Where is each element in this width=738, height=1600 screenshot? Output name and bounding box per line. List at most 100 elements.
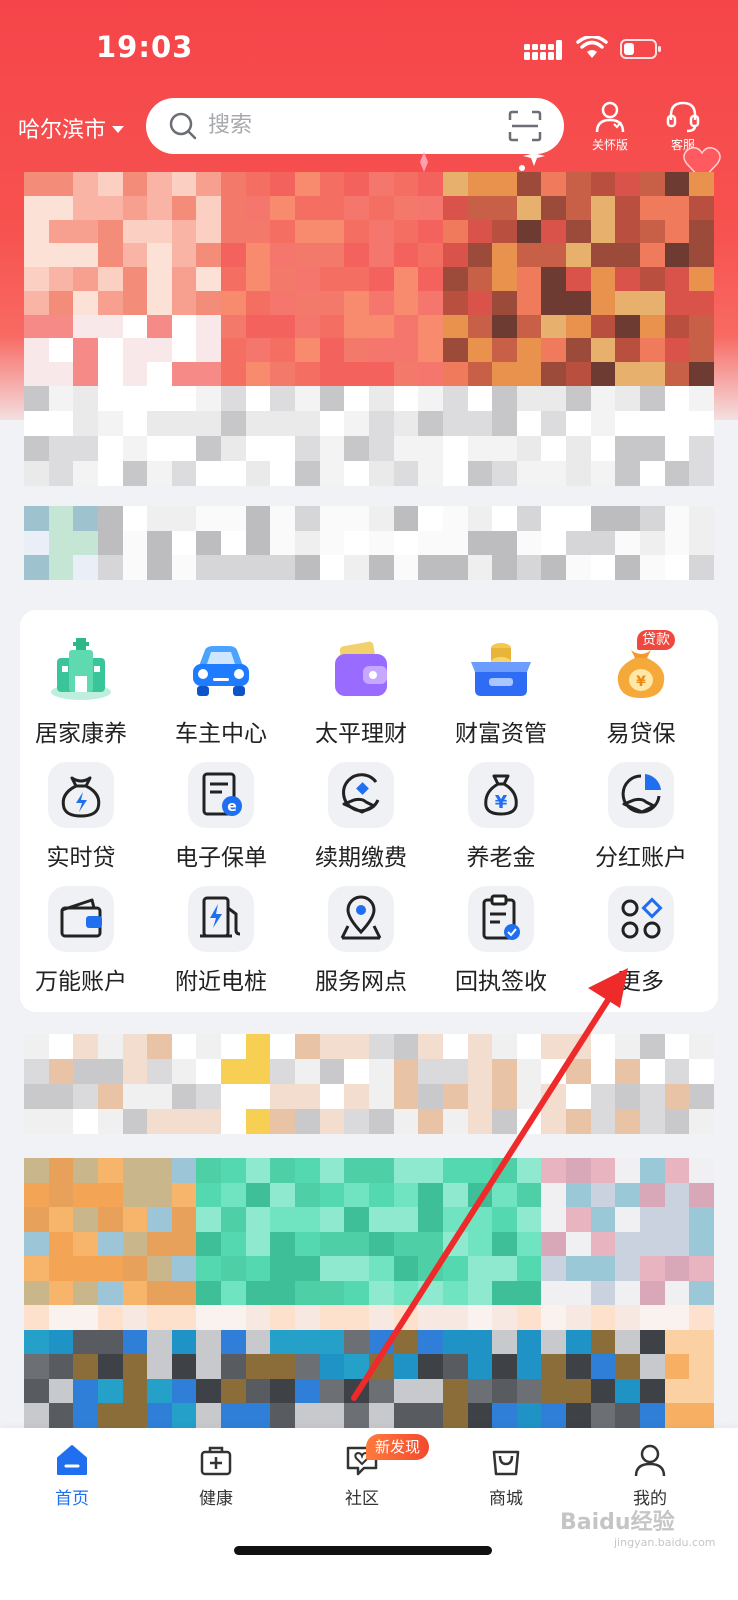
redacted-pixel [344,314,369,339]
redacted-pixel [24,1378,49,1404]
redacted-pixel [344,1059,369,1084]
service-pension[interactable]: ¥ 养老金 [436,762,566,872]
redacted-pixel [344,461,369,486]
redacted-pixel [640,1182,665,1208]
redacted-pixel [122,172,148,196]
redacted-pixel [516,1354,542,1379]
redacted-pixel [147,1182,172,1208]
redacted-pixel [147,1378,172,1404]
redacted-pixel [590,1256,616,1281]
redacted-pixel [295,1059,320,1084]
redacted-pixel [295,506,320,531]
redacted-pixel [640,1403,665,1428]
promo-banner[interactable] [24,172,714,386]
redacted-pixel [245,1305,271,1330]
redacted-pixel [97,362,123,386]
redacted-pixel [295,1354,320,1379]
redacted-pixel [295,530,320,556]
redacted-pixel [295,1207,320,1232]
redacted-pixel [492,1354,517,1379]
scan-icon[interactable] [508,110,542,142]
redacted-pixel [319,195,345,220]
redacted-pixel [566,461,591,486]
redacted-pixel [418,1378,443,1404]
notice-strip[interactable] [24,506,714,580]
redacted-pixel [516,555,542,580]
service-wealth-management[interactable]: 财富资管 [436,636,566,748]
redacted-pixel [368,1084,394,1109]
redacted-pixel [664,195,690,220]
redacted-pixel [344,290,369,315]
service-easy-loan[interactable]: ¥ 贷款 易贷保 [576,630,706,748]
redacted-pixel [492,267,517,291]
redacted-pixel [566,1231,591,1257]
redacted-pixel [24,338,49,363]
service-renewal-payment[interactable]: 续期缴费 [296,762,426,872]
redacted-pixel [245,1329,271,1355]
redacted-pixel [566,1109,591,1134]
redacted-pixel [344,1207,369,1232]
redacted-pixel [566,195,591,220]
redacted-pixel [516,1182,542,1208]
service-realtime-loan[interactable]: 实时贷 [16,762,146,872]
redacted-pixel [418,219,443,244]
redacted-pixel [368,1329,394,1355]
service-e-policy[interactable]: e 电子保单 [156,762,286,872]
content-strip[interactable] [24,1034,714,1134]
redacted-pixel [147,1034,172,1059]
redacted-pixel [221,1231,246,1257]
baidu-watermark: Baidu经验 [560,1510,675,1535]
redacted-pixel [24,1305,49,1330]
redacted-pixel [566,411,591,436]
redacted-pixel [319,290,345,315]
redacted-pixel [73,172,98,196]
redacted-pixel [368,290,394,315]
redacted-pixel [48,1207,74,1232]
service-receipt-sign[interactable]: 回执签收 [436,886,566,996]
redacted-pixel [48,411,74,436]
redacted-pixel [319,267,345,291]
redacted-pixel [368,338,394,363]
redacted-pixel [492,1109,517,1134]
redacted-pixel [245,1158,271,1183]
redacted-pixel [640,290,665,315]
service-nearby-charging[interactable]: 附近电桩 [156,886,286,996]
quick-entry-strip[interactable] [24,386,714,486]
service-label: 车主中心 [175,721,267,747]
redacted-pixel [319,386,345,411]
redacted-pixel [147,219,172,244]
home-indicator[interactable] [234,1546,492,1555]
service-outlets[interactable]: 服务网点 [296,886,426,996]
redacted-pixel [344,1034,369,1059]
service-universal-account[interactable]: 万能账户 [16,886,146,996]
redacted-pixel [640,1034,665,1059]
tab-home[interactable]: 首页 [22,1442,122,1509]
service-dividend-account[interactable]: 分红账户 [576,762,706,872]
redacted-pixel [270,1084,296,1109]
redacted-pixel [147,461,172,486]
redacted-pixel [122,219,148,244]
redacted-pixel [245,338,271,363]
redacted-pixel [24,555,49,580]
redacted-pixel [97,172,123,196]
tab-mine[interactable]: 我的 [600,1442,700,1509]
service-taiping-finance[interactable]: 太平理财 [296,636,426,748]
service-more[interactable]: 更多 [576,886,706,996]
redacted-pixel [97,530,123,556]
redacted-pixel [295,195,320,220]
service-car-owner[interactable]: 车主中心 [156,636,286,748]
search-input[interactable]: 搜索 [208,98,252,154]
redacted-pixel [196,1378,222,1404]
care-mode-button[interactable]: 关怀版 [582,100,638,153]
promo-block[interactable] [24,1158,714,1428]
redacted-pixel [24,267,49,291]
redacted-pixel [689,530,714,556]
redacted-pixel [442,1059,468,1084]
tab-health[interactable]: 健康 [166,1442,266,1509]
service-home-care[interactable]: 居家康养 [16,636,146,748]
redacted-pixel [418,1182,443,1208]
tab-mall[interactable]: 商城 [456,1442,556,1509]
redacted-pixel [615,243,641,268]
city-selector[interactable]: 哈尔滨市 [18,112,125,144]
redacted-pixel [295,362,320,386]
